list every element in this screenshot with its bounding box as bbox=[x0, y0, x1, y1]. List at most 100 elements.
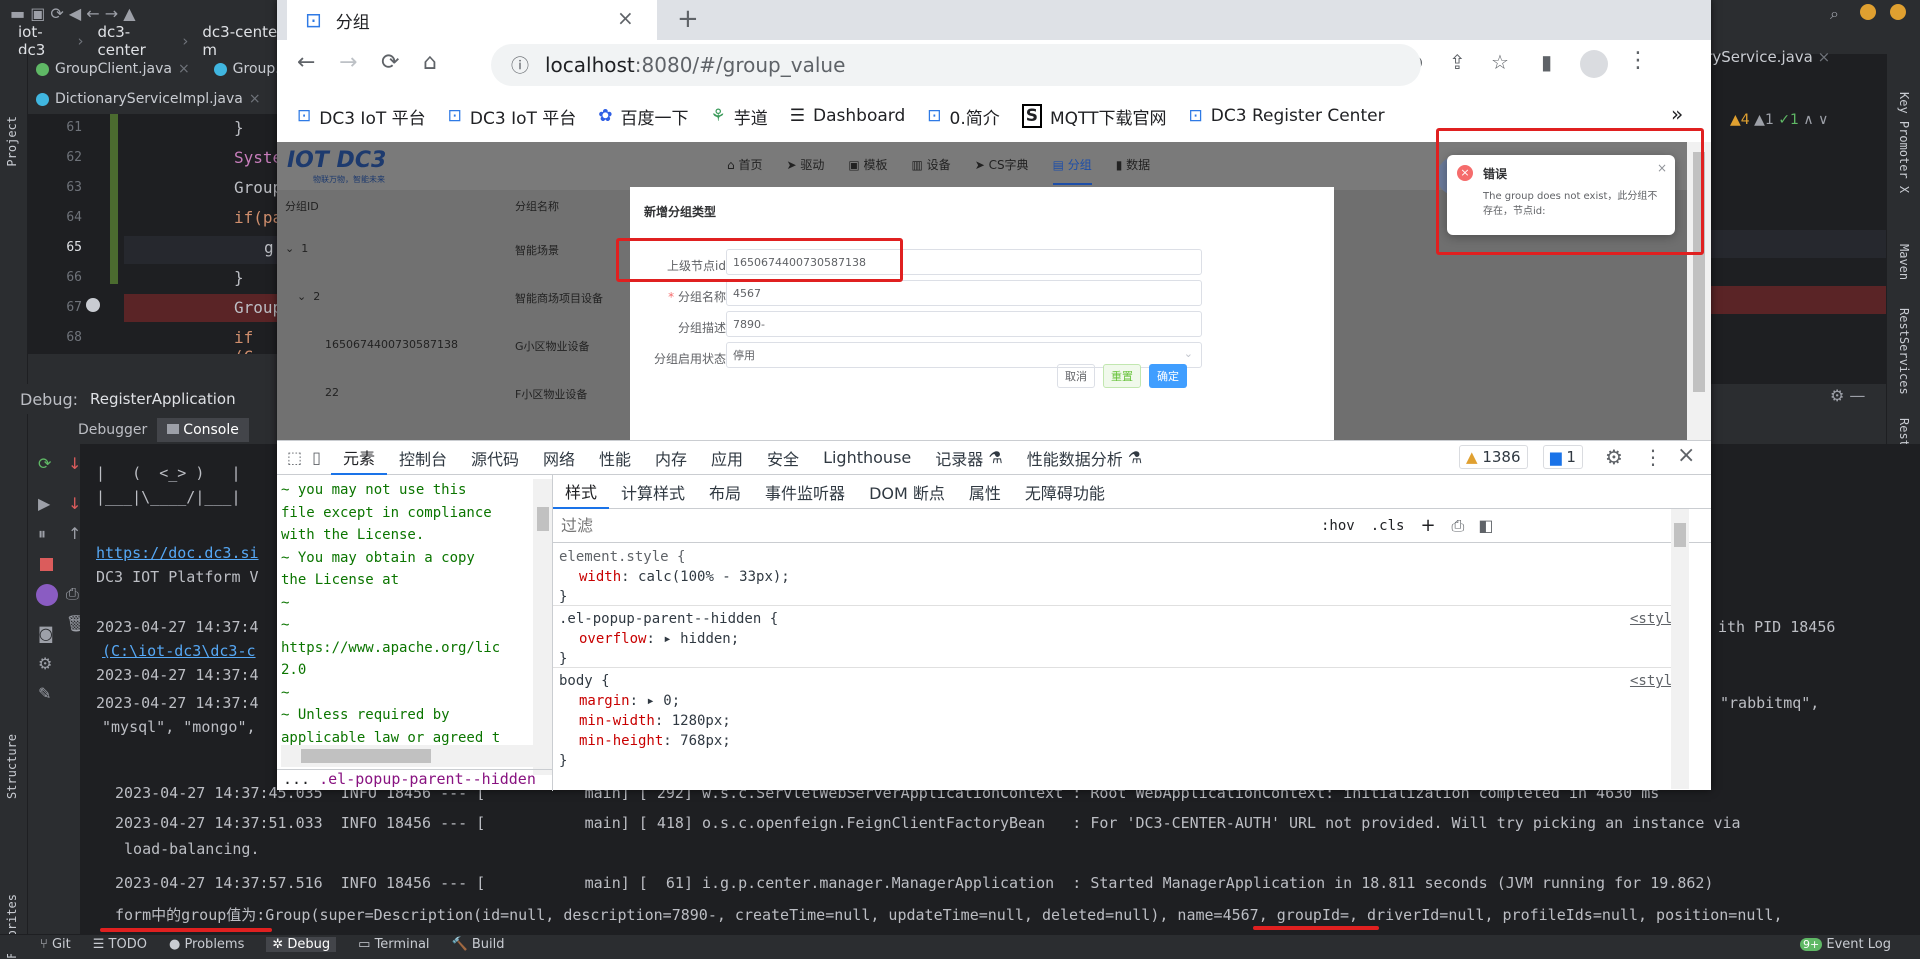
styles-filter-input[interactable] bbox=[561, 516, 1301, 535]
nav-home[interactable]: ⌂ 首页 bbox=[727, 156, 762, 185]
warnings-badge[interactable]: ▲ 1386 bbox=[1459, 445, 1528, 469]
settings-gear-icon[interactable]: ⚙ bbox=[1605, 445, 1623, 469]
tab-recorder[interactable]: 记录器 ⚗ bbox=[923, 441, 1014, 475]
close-tab-icon[interactable]: × bbox=[617, 6, 634, 30]
subtab-dom-breakpoints[interactable]: DOM 断点 bbox=[857, 475, 957, 509]
key-promoter-label[interactable]: Key Promoter X bbox=[1897, 92, 1911, 193]
tab-memory[interactable]: 内存 bbox=[643, 441, 699, 475]
nav-data[interactable]: ▮ 数据 bbox=[1116, 156, 1150, 185]
status-build[interactable]: 🔨 Build bbox=[452, 937, 505, 952]
tree-hscrollbar[interactable] bbox=[281, 745, 533, 767]
forward-icon[interactable]: → bbox=[339, 50, 357, 75]
stop-icon[interactable] bbox=[40, 558, 53, 571]
close-devtools-icon[interactable]: × bbox=[1677, 443, 1695, 468]
bookmark-intro[interactable]: ⊡ 0.简介 bbox=[927, 104, 999, 129]
structure-tool-label[interactable]: Structure bbox=[5, 734, 19, 799]
more-options-icon[interactable]: ⋮ bbox=[1643, 445, 1663, 469]
reload-icon[interactable]: ⟳ bbox=[381, 50, 399, 75]
new-tab-icon[interactable]: + bbox=[677, 4, 699, 34]
messages-badge[interactable]: ▆ 1 bbox=[1543, 445, 1583, 469]
status-git[interactable]: ⑂ Git bbox=[40, 937, 71, 952]
subtab-properties[interactable]: 属性 bbox=[957, 475, 1013, 509]
restservices-label[interactable]: RestServices bbox=[1897, 308, 1911, 395]
ide-toolbar-icons[interactable]: ▬ ▣ ⟳ ◀ ← → ▲ bbox=[10, 4, 136, 23]
rerun-icon[interactable]: ⟳ bbox=[38, 454, 51, 473]
tab-security[interactable]: 安全 bbox=[755, 441, 811, 475]
bookmark-baidu[interactable]: ✿ 百度一下 bbox=[598, 104, 688, 129]
style-declaration[interactable]: min-width: 1280px; bbox=[579, 713, 731, 729]
tab-application[interactable]: 应用 bbox=[699, 441, 755, 475]
inspection-widget[interactable]: ▲4 ▲1 ✓1 ∧ ∨ bbox=[1730, 112, 1828, 128]
project-tool-label[interactable]: Project bbox=[5, 116, 19, 167]
event-log[interactable]: 9+ Event Log bbox=[1800, 937, 1891, 952]
bookmark-dc3-2[interactable]: ⊡ DC3 IoT 平台 bbox=[448, 104, 577, 129]
subtab-computed[interactable]: 计算样式 bbox=[609, 475, 697, 509]
nav-template[interactable]: ▣ 模板 bbox=[848, 156, 887, 185]
subtab-layout[interactable]: 布局 bbox=[697, 475, 753, 509]
reset-button[interactable]: 重置 bbox=[1103, 364, 1141, 388]
confirm-button[interactable]: 确定 bbox=[1149, 364, 1187, 388]
color-format-icon[interactable]: ⎙ bbox=[1452, 516, 1465, 536]
toggle-sidebar-icon[interactable]: ◧ bbox=[1478, 516, 1493, 535]
cls-toggle[interactable]: .cls bbox=[1371, 518, 1405, 534]
inspect-element-icon[interactable]: ⬚ bbox=[277, 448, 312, 467]
tab-performance-insights[interactable]: 性能数据分析 ⚗ bbox=[1015, 441, 1154, 475]
notification-icon[interactable] bbox=[1890, 4, 1906, 20]
subtab-event-listeners[interactable]: 事件监听器 bbox=[753, 475, 857, 509]
home-icon[interactable]: ⌂ bbox=[423, 50, 437, 75]
print-icon[interactable]: ⎙ bbox=[66, 584, 79, 604]
side-panel-icon[interactable]: ▮ bbox=[1541, 50, 1552, 74]
table-row[interactable]: ⌄ 1 bbox=[285, 242, 308, 255]
address-bar[interactable]: ⓘ localhost:8080/#/group_value bbox=[491, 44, 1421, 86]
elements-tree[interactable]: ~ you may not use this file except in co… bbox=[277, 475, 553, 791]
console-link[interactable]: (C:\iot-dc3\dc3-c bbox=[102, 642, 256, 660]
tab-elements[interactable]: 元素 bbox=[330, 441, 387, 475]
row-id[interactable]: 22 bbox=[325, 386, 339, 399]
status-terminal[interactable]: ▭ Terminal bbox=[358, 937, 429, 952]
menu-kebab-icon[interactable]: ⋮ bbox=[1627, 48, 1649, 73]
status-debug[interactable]: ✲ Debug bbox=[266, 937, 337, 952]
style-declaration[interactable]: margin: ▸ 0; bbox=[579, 693, 680, 709]
file-tab-dictionaryservice[interactable]: aryService.java × bbox=[1697, 48, 1830, 66]
bookmark-mqtt[interactable]: S MQTT下载官网 bbox=[1021, 104, 1167, 129]
console-link[interactable]: https://doc.dc3.si bbox=[96, 544, 259, 562]
camera-icon[interactable]: ◙ bbox=[38, 624, 54, 643]
style-declaration[interactable]: width: calc(100% - 33px); bbox=[579, 569, 790, 585]
update-icon[interactable] bbox=[1860, 4, 1876, 20]
status-todo[interactable]: ☰ TODO bbox=[93, 937, 147, 952]
nav-group[interactable]: ▤ 分组 bbox=[1052, 156, 1092, 185]
styles-pane[interactable]: element.style { width: calc(100% - 33px)… bbox=[553, 509, 1693, 791]
resume-icon[interactable]: ▶ bbox=[38, 494, 50, 513]
style-declaration[interactable]: min-height: 768px; bbox=[579, 733, 731, 749]
table-row[interactable]: ⌄ 2 bbox=[297, 290, 320, 303]
breadcrumb-node[interactable]: .el-popup-parent--hidden bbox=[319, 770, 536, 788]
code-editor[interactable]: } Syste Group if(pa g } Group if (C bbox=[124, 114, 280, 354]
browser-tab[interactable]: ⊡ 分组 × bbox=[287, 0, 657, 40]
bookmark-star-icon[interactable]: ☆ bbox=[1491, 50, 1509, 74]
bookmark-yudao[interactable]: ⚘ 芋道 bbox=[711, 104, 768, 129]
tab-debugger[interactable]: Debugger bbox=[28, 422, 157, 438]
pin-icon[interactable]: ✎ bbox=[38, 684, 51, 703]
tab-console[interactable]: 控制台 bbox=[387, 441, 459, 475]
subtab-accessibility[interactable]: 无障碍功能 bbox=[1013, 475, 1117, 509]
settings-gear-icon[interactable]: ⚙ — bbox=[1830, 386, 1865, 405]
styles-scrollbar[interactable] bbox=[1671, 509, 1689, 789]
tab-lighthouse[interactable]: Lighthouse bbox=[811, 441, 923, 475]
back-icon[interactable]: ← bbox=[297, 50, 315, 75]
device-toolbar-icon[interactable]: ▯ bbox=[312, 448, 331, 467]
row-id[interactable]: 1650674400730587138 bbox=[325, 338, 458, 351]
profile-avatar[interactable] bbox=[1580, 50, 1608, 78]
site-info-icon[interactable]: ⓘ bbox=[511, 52, 529, 78]
subtab-styles[interactable]: 样式 bbox=[553, 475, 610, 509]
hov-toggle[interactable]: :hov bbox=[1321, 518, 1355, 534]
bookmark-dashboard[interactable]: ☰ Dashboard bbox=[790, 106, 905, 126]
tab-network[interactable]: 网络 bbox=[531, 441, 587, 475]
cancel-button[interactable]: 取消 bbox=[1057, 364, 1095, 388]
breadcrumb-dots[interactable]: ... bbox=[283, 770, 310, 788]
file-tab-dictionaryserviceimpl[interactable]: DictionaryServiceImpl.java × bbox=[28, 91, 269, 107]
group-name-input[interactable]: 4567 bbox=[726, 280, 1202, 306]
bookmarks-more[interactable]: » bbox=[1671, 102, 1683, 126]
breakpoint-icon[interactable] bbox=[86, 298, 100, 312]
tab-sources[interactable]: 源代码 bbox=[459, 441, 531, 475]
tree-vscrollbar[interactable] bbox=[533, 479, 552, 775]
